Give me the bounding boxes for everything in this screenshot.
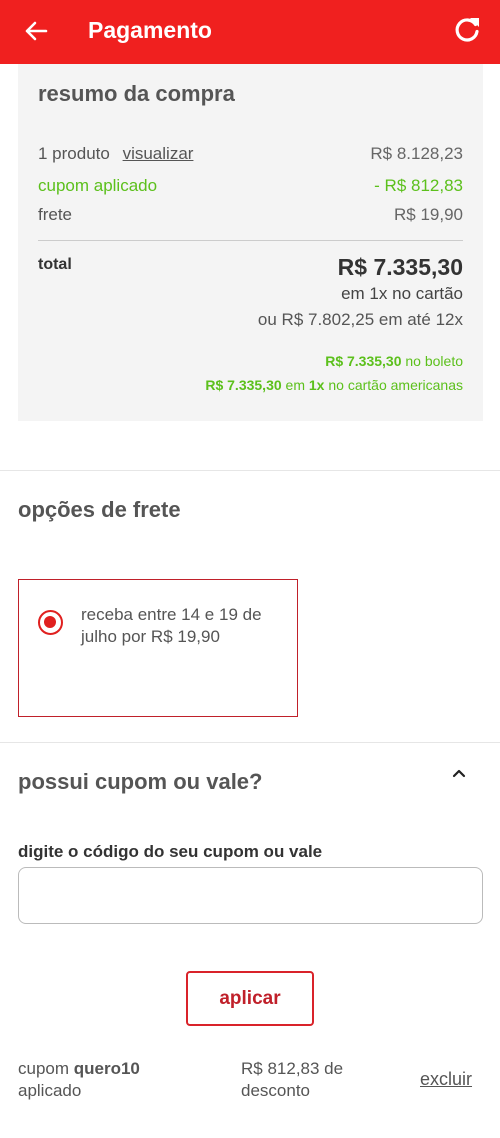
products-subtotal: R$ 8.128,23 bbox=[370, 144, 463, 163]
coupon-applied-label: cupom aplicado bbox=[38, 176, 158, 195]
total-condition: em 1x no cartão bbox=[341, 284, 463, 303]
americanas-mid: em bbox=[281, 377, 309, 393]
chevron-up-icon[interactable] bbox=[451, 766, 467, 780]
boleto-amount: R$ 7.335,30 bbox=[325, 353, 402, 369]
shipping-value: R$ 19,90 bbox=[394, 205, 463, 224]
applied-coupon-code: quero10 bbox=[73, 1059, 140, 1078]
remove-coupon-link[interactable]: excluir bbox=[420, 1069, 472, 1090]
shipping-option-card[interactable]: receba entre 14 e 19 de julho por R$ 19,… bbox=[18, 579, 298, 717]
applied-coupon-prefix: cupom bbox=[18, 1059, 74, 1078]
coupon-input-label: digite o código do seu cupom ou vale bbox=[18, 842, 323, 861]
summary-heading: resumo da compra bbox=[38, 81, 235, 106]
view-products-link[interactable]: visualizar bbox=[123, 144, 194, 163]
shipping-option-text: receba entre 14 e 19 de julho por R$ 19,… bbox=[81, 605, 262, 646]
section-divider bbox=[0, 470, 500, 471]
coupon-code-input[interactable] bbox=[18, 867, 483, 924]
boleto-offer: R$ 7.335,30 no boleto bbox=[325, 353, 463, 369]
americanas-text: no cartão americanas bbox=[324, 377, 463, 393]
refresh-icon[interactable] bbox=[451, 14, 483, 46]
coupon-discount-text: R$ 812,83 de desconto bbox=[241, 1059, 344, 1100]
products-row-label: 1 produto visualizar bbox=[38, 144, 193, 164]
purchase-summary: resumo da compra 1 produto visualizar R$… bbox=[18, 64, 483, 421]
shipping-option-radio[interactable] bbox=[38, 610, 63, 635]
apply-coupon-button[interactable]: aplicar bbox=[186, 971, 314, 1026]
americanas-times: 1x bbox=[308, 377, 325, 393]
page-title: Pagamento bbox=[88, 17, 212, 43]
boleto-text: no boleto bbox=[401, 353, 463, 369]
shipping-label: frete bbox=[38, 205, 73, 224]
applied-coupon-info: cupom quero10 aplicado bbox=[18, 1058, 140, 1102]
products-count: 1 produto bbox=[38, 144, 110, 163]
coupon-section-title: possui cupom ou vale? bbox=[18, 769, 263, 794]
arrow-left-icon[interactable] bbox=[20, 15, 52, 47]
shipping-options-title: opções de frete bbox=[18, 497, 181, 522]
coupon-discount-value: - R$ 812,83 bbox=[374, 176, 463, 195]
americanas-card-offer: R$ 7.335,30 em 1x no cartão americanas bbox=[205, 377, 463, 393]
app-bar: Pagamento bbox=[0, 0, 500, 64]
americanas-amount: R$ 7.335,30 bbox=[205, 377, 282, 393]
summary-divider bbox=[38, 240, 463, 241]
total-label: total bbox=[38, 256, 72, 273]
section-divider bbox=[0, 742, 500, 743]
installments-text: ou R$ 7.802,25 em até 12x bbox=[257, 310, 463, 329]
applied-coupon-suffix: aplicado bbox=[18, 1081, 82, 1100]
total-value: R$ 7.335,30 bbox=[337, 254, 463, 280]
